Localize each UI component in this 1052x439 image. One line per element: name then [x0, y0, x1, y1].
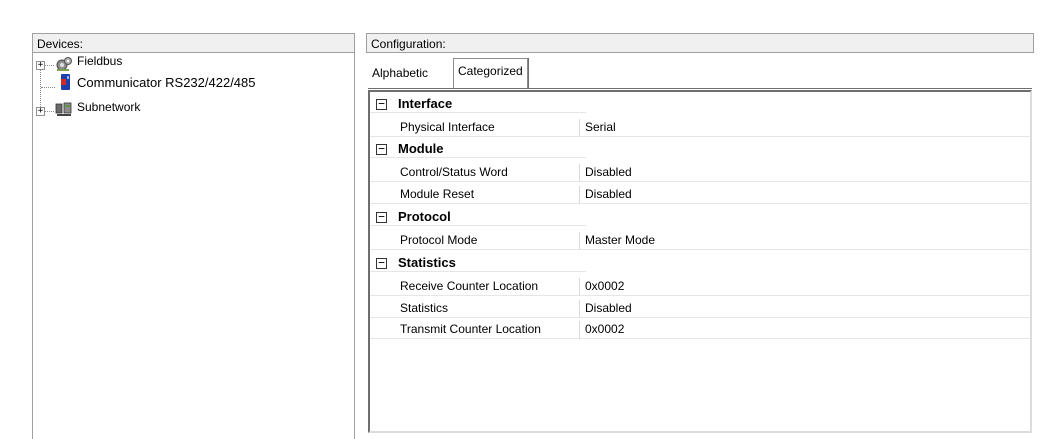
category-cell: − Statistics — [370, 254, 586, 272]
property-row[interactable]: Control/Status Word Disabled — [370, 164, 1030, 182]
property-row[interactable]: Transmit Counter Location 0x0002 — [370, 321, 1030, 339]
property-grid-rows: − Interface Physical Interface Serial − … — [370, 92, 1030, 431]
tree-item-communicator[interactable]: Communicator RS232/422/485 — [33, 74, 333, 96]
tab-divider — [368, 88, 1032, 89]
collapse-toggle[interactable]: − — [376, 142, 387, 155]
category-cell: − Module — [370, 140, 586, 158]
configuration-header-label: Configuration: — [371, 37, 446, 51]
category-row-interface[interactable]: − Interface — [370, 95, 586, 113]
property-name: Receive Counter Location — [370, 278, 580, 296]
property-name: Control/Status Word — [370, 164, 580, 182]
collapse-toggle[interactable]: − — [376, 97, 387, 110]
property-value[interactable]: Disabled — [580, 164, 1030, 182]
minus-glyph: − — [378, 210, 385, 223]
category-row-protocol[interactable]: − Protocol — [370, 208, 586, 226]
tab-label: Alphabetic — [372, 66, 429, 80]
property-value[interactable]: Serial — [580, 119, 1030, 137]
fieldbus-gear-icon — [56, 57, 72, 71]
tree-item-label: Subnetwork — [77, 100, 141, 114]
expand-plus-glyph: + — [37, 60, 44, 70]
property-row[interactable]: Protocol Mode Master Mode — [370, 232, 1030, 250]
tree-item-label: Fieldbus — [77, 54, 123, 68]
subnetwork-icon — [55, 102, 72, 116]
collapse-toggle[interactable]: − — [376, 256, 387, 269]
property-name: Physical Interface — [370, 119, 580, 137]
category-label: Interface — [398, 96, 453, 111]
expand-plus-glyph: + — [37, 106, 44, 116]
view-tabbar: Alphabetic Categorized — [366, 54, 1034, 88]
property-name: Protocol Mode — [370, 232, 580, 250]
property-value[interactable]: Master Mode — [580, 232, 1030, 250]
property-name: Transmit Counter Location — [370, 321, 580, 339]
property-row[interactable]: Receive Counter Location 0x0002 — [370, 278, 1030, 296]
category-cell: − Interface — [370, 95, 586, 113]
category-row-statistics[interactable]: − Statistics — [370, 254, 586, 272]
category-label: Statistics — [398, 255, 456, 270]
tab-label: Categorized — [458, 64, 523, 78]
tree-item-label: Communicator RS232/422/485 — [77, 75, 256, 90]
communicator-device-icon — [61, 74, 70, 90]
property-row[interactable]: Physical Interface Serial — [370, 119, 1030, 137]
tree-item-fieldbus[interactable]: + Fieldbus — [33, 54, 333, 74]
category-label: Module — [398, 141, 444, 156]
tree-item-subnetwork[interactable]: + Subnetwork — [33, 100, 333, 120]
expand-toggle[interactable]: + — [36, 107, 45, 116]
property-name: Statistics — [370, 300, 580, 318]
property-row[interactable]: Module Reset Disabled — [370, 186, 1030, 204]
tab-categorized[interactable]: Categorized — [453, 58, 528, 88]
devices-header-label: Devices: — [37, 37, 84, 51]
tab-alphabetic[interactable]: Alphabetic — [368, 62, 432, 84]
property-value[interactable]: Disabled — [580, 186, 1030, 204]
category-row-module[interactable]: − Module — [370, 140, 586, 158]
minus-glyph: − — [378, 97, 385, 110]
category-cell: − Protocol — [370, 208, 586, 226]
minus-glyph: − — [378, 142, 385, 155]
devices-panel-header: Devices: — [32, 33, 355, 53]
property-value[interactable]: 0x0002 — [580, 278, 1030, 296]
property-value[interactable]: 0x0002 — [580, 321, 1030, 339]
devices-tree[interactable]: + Fieldbus Communicator RS232/422/485 + — [32, 53, 355, 439]
property-name: Module Reset — [370, 186, 580, 204]
category-label: Protocol — [398, 209, 451, 224]
minus-glyph: − — [378, 256, 385, 269]
property-value[interactable]: Disabled — [580, 300, 1030, 318]
property-grid[interactable]: − Interface Physical Interface Serial − … — [368, 90, 1032, 433]
property-row[interactable]: Statistics Disabled — [370, 300, 1030, 318]
collapse-toggle[interactable]: − — [376, 210, 387, 223]
configuration-panel-header: Configuration: — [366, 33, 1034, 53]
expand-toggle[interactable]: + — [36, 61, 45, 70]
